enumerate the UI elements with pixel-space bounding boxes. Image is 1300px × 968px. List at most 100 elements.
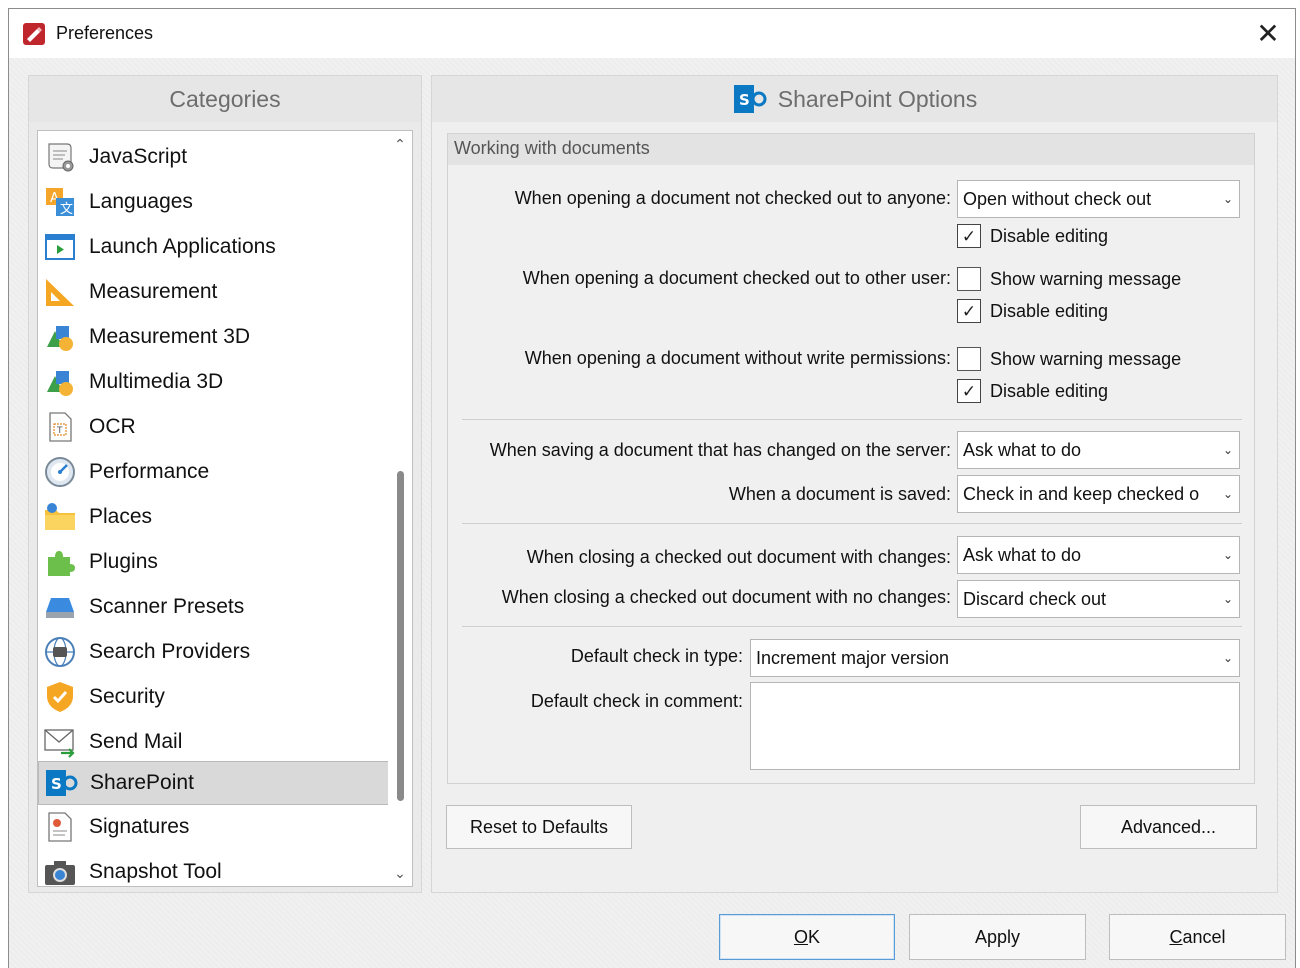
category-item-send-mail[interactable]: Send Mail xyxy=(38,720,389,764)
dropdown-value: Check in and keep checked o xyxy=(963,484,1200,504)
advanced-button[interactable]: Advanced... xyxy=(1080,805,1257,849)
default-checkin-comment-label: Default check in comment: xyxy=(530,691,743,711)
show-warning-checkbox-1[interactable]: Show warning message xyxy=(957,266,1181,292)
category-item-launch-applications[interactable]: Launch Applications xyxy=(38,225,389,269)
default-checkin-type-dropdown[interactable]: Increment major version ⌄ xyxy=(750,639,1240,677)
category-item-measurement[interactable]: Measurement xyxy=(38,270,389,314)
closing-no-changes-dropdown[interactable]: Discard check out ⌄ xyxy=(957,580,1240,618)
ok-mnemonic: O xyxy=(793,926,808,947)
chevron-down-icon: ⌄ xyxy=(1217,581,1239,617)
category-label: Snapshot Tool xyxy=(89,860,222,883)
open-checked-out-other-label: When opening a document checked out to o… xyxy=(522,268,951,288)
chevron-down-icon: ⌄ xyxy=(1217,476,1239,512)
divider xyxy=(462,523,1242,524)
options-title: SharePoint Options xyxy=(777,85,978,112)
ocr-icon: T xyxy=(49,412,72,442)
sharepoint-options-panel: S SharePoint Options Working with docume… xyxy=(431,75,1278,893)
category-item-measurement-3d[interactable]: Measurement 3D xyxy=(38,315,389,359)
category-label: Places xyxy=(89,505,153,528)
launch-applications-icon xyxy=(45,234,75,260)
options-header: S SharePoint Options xyxy=(432,76,1277,122)
category-label: SharePoint xyxy=(90,771,194,794)
categories-scrollbar[interactable]: ⌃ ⌄ xyxy=(388,131,412,886)
categories-list[interactable]: JavaScript A 文 Languages Launch Applicat… xyxy=(37,130,413,887)
category-label: Send Mail xyxy=(89,730,183,753)
multimedia-3d-icon xyxy=(47,371,73,396)
sharepoint-icon: S xyxy=(733,85,767,113)
category-item-multimedia-3d[interactable]: Multimedia 3D xyxy=(38,360,389,404)
closing-with-changes-dropdown[interactable]: Ask what to do ⌄ xyxy=(957,536,1240,574)
category-item-security[interactable]: Security xyxy=(38,675,389,719)
reset-to-defaults-button[interactable]: Reset to Defaults xyxy=(446,805,632,849)
category-item-search-providers[interactable]: Search Providers xyxy=(38,630,389,674)
ok-label-rest: K xyxy=(808,926,821,947)
security-icon xyxy=(47,682,73,712)
measurement-3d-icon xyxy=(47,326,73,351)
send-mail-icon xyxy=(44,729,75,758)
dropdown-value: Increment major version xyxy=(756,648,950,668)
show-warning-checkbox-2[interactable]: Show warning message xyxy=(957,346,1181,372)
document-saved-dropdown[interactable]: Check in and keep checked o ⌄ xyxy=(957,475,1240,513)
close-icon: ✕ xyxy=(1256,17,1280,49)
disable-editing-checkbox-2[interactable]: ✓ Disable editing xyxy=(957,298,1108,324)
dropdown-value: Open without check out xyxy=(963,189,1152,209)
checkbox-label: Disable editing xyxy=(990,380,1109,401)
divider xyxy=(462,419,1242,420)
category-label: Languages xyxy=(89,190,193,213)
cancel-button[interactable]: Cancel xyxy=(1109,914,1286,960)
performance-icon xyxy=(45,457,75,487)
saving-changed-dropdown[interactable]: Ask what to do ⌄ xyxy=(957,431,1240,469)
category-label: JavaScript xyxy=(89,145,188,168)
chevron-down-icon: ⌄ xyxy=(1217,181,1239,217)
checkbox-label: Show warning message xyxy=(990,268,1182,289)
scroll-up-arrow-icon[interactable]: ⌃ xyxy=(388,133,412,155)
category-item-performance[interactable]: Performance xyxy=(38,450,389,494)
open-not-checked-out-label: When opening a document not checked out … xyxy=(514,188,951,208)
category-label: Multimedia 3D xyxy=(89,370,224,393)
document-saved-label: When a document is saved: xyxy=(728,484,951,504)
category-label: Security xyxy=(89,685,165,708)
open-not-checked-out-dropdown[interactable]: Open without check out ⌄ xyxy=(957,180,1240,218)
category-item-places[interactable]: Places xyxy=(38,495,389,539)
apply-button[interactable]: Apply xyxy=(909,914,1086,960)
default-checkin-comment-textarea[interactable] xyxy=(750,682,1240,770)
category-item-snapshot-tool[interactable]: Snapshot Tool xyxy=(38,850,389,886)
category-item-sharepoint[interactable]: S SharePoint xyxy=(38,761,389,805)
close-button[interactable]: ✕ xyxy=(1251,17,1285,49)
category-item-signatures[interactable]: Signatures xyxy=(38,805,389,849)
ok-button[interactable]: OK xyxy=(719,914,895,960)
category-label: Measurement 3D xyxy=(89,325,251,348)
group-title: Working with documents xyxy=(448,134,1254,165)
categories-panel: Categories JavaScript A 文 Languages Laun… xyxy=(28,75,422,893)
places-icon xyxy=(45,503,75,530)
checkbox-label: Disable editing xyxy=(990,225,1109,246)
chevron-down-icon: ⌄ xyxy=(1217,432,1239,468)
category-item-scanner-presets[interactable]: Scanner Presets xyxy=(38,585,389,629)
javascript-icon xyxy=(48,143,74,172)
category-label: Scanner Presets xyxy=(89,595,245,618)
scrollbar-thumb[interactable] xyxy=(397,471,404,801)
signatures-icon xyxy=(48,812,72,842)
scanner-presets-icon xyxy=(46,598,74,618)
dropdown-value: Discard check out xyxy=(963,589,1107,609)
svg-text:T: T xyxy=(56,426,63,436)
categories-header: Categories xyxy=(29,76,421,122)
svg-text:文: 文 xyxy=(60,202,73,217)
disable-editing-checkbox-1[interactable]: ✓ Disable editing xyxy=(957,223,1108,249)
category-label: Launch Applications xyxy=(89,235,276,258)
checkbox-label: Show warning message xyxy=(990,348,1182,369)
category-item-plugins[interactable]: Plugins xyxy=(38,540,389,584)
category-item-languages[interactable]: A 文 Languages xyxy=(38,180,389,224)
measurement-icon xyxy=(46,279,74,306)
cancel-label-rest: ancel xyxy=(1182,926,1226,947)
category-item-javascript[interactable]: JavaScript xyxy=(38,135,389,179)
disable-editing-checkbox-3[interactable]: ✓ Disable editing xyxy=(957,378,1108,404)
category-label: Signatures xyxy=(89,815,190,838)
svg-text:S: S xyxy=(51,775,62,793)
open-no-write-label: When opening a document without write pe… xyxy=(524,348,951,368)
search-providers-icon xyxy=(45,637,75,667)
closing-with-changes-label: When closing a checked out document with… xyxy=(526,547,951,567)
scroll-down-arrow-icon[interactable]: ⌄ xyxy=(388,862,412,884)
preferences-dialog: Preferences ✕ Categories JavaScript A 文 … xyxy=(8,8,1296,968)
category-item-ocr[interactable]: T OCR xyxy=(38,405,389,449)
